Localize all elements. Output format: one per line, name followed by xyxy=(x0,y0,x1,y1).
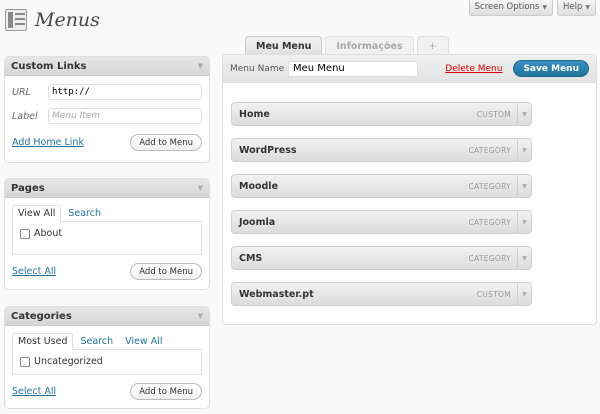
menu-item-webmaster[interactable]: Webmaster.pt CUSTOM ▼ xyxy=(231,282,532,306)
menu-tabs: Meu Menu Informações + xyxy=(245,36,449,55)
screen-meta: Screen Options ▼ Help ▼ xyxy=(468,0,596,16)
category-item-label: Uncategorized xyxy=(34,356,103,367)
url-input[interactable] xyxy=(48,84,202,100)
categories-widget: Categories ▼ Most Used Search View All U… xyxy=(4,306,210,409)
add-categories-button[interactable]: Add to Menu xyxy=(130,383,202,400)
categories-list: Uncategorized xyxy=(12,349,202,375)
uncategorized-checkbox[interactable] xyxy=(20,356,30,367)
delete-menu-link[interactable]: Delete Menu xyxy=(445,64,502,74)
menu-item-title: Joomla xyxy=(239,216,276,228)
list-item[interactable]: Uncategorized xyxy=(20,356,194,367)
pages-tabs: View All Search xyxy=(12,204,202,222)
tab-informacoes[interactable]: Informações xyxy=(325,36,414,55)
expand-arrow-icon[interactable]: ▼ xyxy=(517,175,531,197)
screen-options-label: Screen Options xyxy=(474,2,540,12)
menu-item-title: Moodle xyxy=(239,180,279,192)
tab-search[interactable]: Search xyxy=(75,334,118,349)
add-custom-link-button[interactable]: Add to Menu xyxy=(130,134,202,151)
add-home-link[interactable]: Add Home Link xyxy=(12,137,84,148)
menu-item-home[interactable]: Home CUSTOM ▼ xyxy=(231,102,532,126)
menu-item-type: CATEGORY xyxy=(468,253,511,263)
menu-item-type: CUSTOM xyxy=(476,289,511,299)
tab-meu-menu[interactable]: Meu Menu xyxy=(245,36,323,55)
tab-most-used[interactable]: Most Used xyxy=(12,333,74,350)
tab-view-all[interactable]: View All xyxy=(120,334,167,349)
menu-item-type: CATEGORY xyxy=(468,217,511,227)
custom-links-header[interactable]: Custom Links ▼ xyxy=(5,57,209,76)
expand-arrow-icon[interactable]: ▼ xyxy=(517,103,531,125)
about-checkbox[interactable] xyxy=(20,228,30,239)
menu-name-label: Menu Name xyxy=(230,63,285,74)
add-pages-button[interactable]: Add to Menu xyxy=(130,263,202,280)
menu-item-type: CATEGORY xyxy=(468,145,511,155)
url-label: URL xyxy=(12,86,31,98)
pages-widget: Pages ▼ View All Search About Select All… xyxy=(4,178,210,290)
chevron-down-icon: ▼ xyxy=(585,3,590,11)
label-input[interactable] xyxy=(48,108,202,124)
chevron-down-icon: ▼ xyxy=(542,3,547,11)
page-title: Menus xyxy=(35,9,100,31)
menu-item-title: CMS xyxy=(239,252,263,264)
page-header: Menus xyxy=(5,9,100,31)
menu-editor: Menu Name Delete Menu Save Menu Home CUS… xyxy=(222,54,597,325)
pages-title: Pages xyxy=(11,182,45,194)
categories-title: Categories xyxy=(11,310,72,322)
menu-item-cms[interactable]: CMS CATEGORY ▼ xyxy=(231,246,532,270)
menu-item-moodle[interactable]: Moodle CATEGORY ▼ xyxy=(231,174,532,198)
menus-icon xyxy=(5,9,27,31)
save-menu-button[interactable]: Save Menu xyxy=(513,60,589,77)
menu-item-wordpress[interactable]: WordPress CATEGORY ▼ xyxy=(231,138,532,162)
pages-header[interactable]: Pages ▼ xyxy=(5,179,209,198)
menu-items-list: Home CUSTOM ▼ WordPress CATEGORY ▼ Moodl… xyxy=(231,102,532,318)
custom-links-widget: Custom Links ▼ URL Label Add Home Link A… xyxy=(4,56,210,163)
menu-name-input[interactable] xyxy=(288,60,418,77)
menu-item-joomla[interactable]: Joomla CATEGORY ▼ xyxy=(231,210,532,234)
page-item-label: About xyxy=(34,228,63,239)
expand-arrow-icon[interactable]: ▼ xyxy=(517,247,531,269)
expand-arrow-icon[interactable]: ▼ xyxy=(517,211,531,233)
collapse-toggle-icon[interactable]: ▼ xyxy=(198,312,203,320)
tab-view-all[interactable]: View All xyxy=(12,205,62,222)
select-all-link[interactable]: Select All xyxy=(12,266,56,277)
menu-editor-header: Menu Name Delete Menu Save Menu xyxy=(223,55,596,83)
categories-tabs: Most Used Search View All xyxy=(12,332,202,350)
expand-arrow-icon[interactable]: ▼ xyxy=(517,139,531,161)
menu-item-title: Home xyxy=(239,108,270,120)
menu-item-title: Webmaster.pt xyxy=(239,288,314,300)
select-all-link[interactable]: Select All xyxy=(12,386,56,397)
screen-options-button[interactable]: Screen Options ▼ xyxy=(468,0,553,16)
help-label: Help xyxy=(562,2,583,12)
menu-item-type: CATEGORY xyxy=(468,181,511,191)
menu-item-title: WordPress xyxy=(239,144,297,156)
collapse-toggle-icon[interactable]: ▼ xyxy=(198,62,203,70)
tab-search[interactable]: Search xyxy=(63,206,106,221)
list-item[interactable]: About xyxy=(20,228,194,239)
add-menu-tab[interactable]: + xyxy=(416,36,449,55)
pages-list: About xyxy=(12,221,202,255)
categories-header[interactable]: Categories ▼ xyxy=(5,307,209,326)
expand-arrow-icon[interactable]: ▼ xyxy=(517,283,531,305)
help-button[interactable]: Help ▼ xyxy=(556,0,596,16)
label-label: Label xyxy=(12,110,38,122)
menu-item-type: CUSTOM xyxy=(476,109,511,119)
collapse-toggle-icon[interactable]: ▼ xyxy=(198,184,203,192)
custom-links-title: Custom Links xyxy=(11,60,87,72)
